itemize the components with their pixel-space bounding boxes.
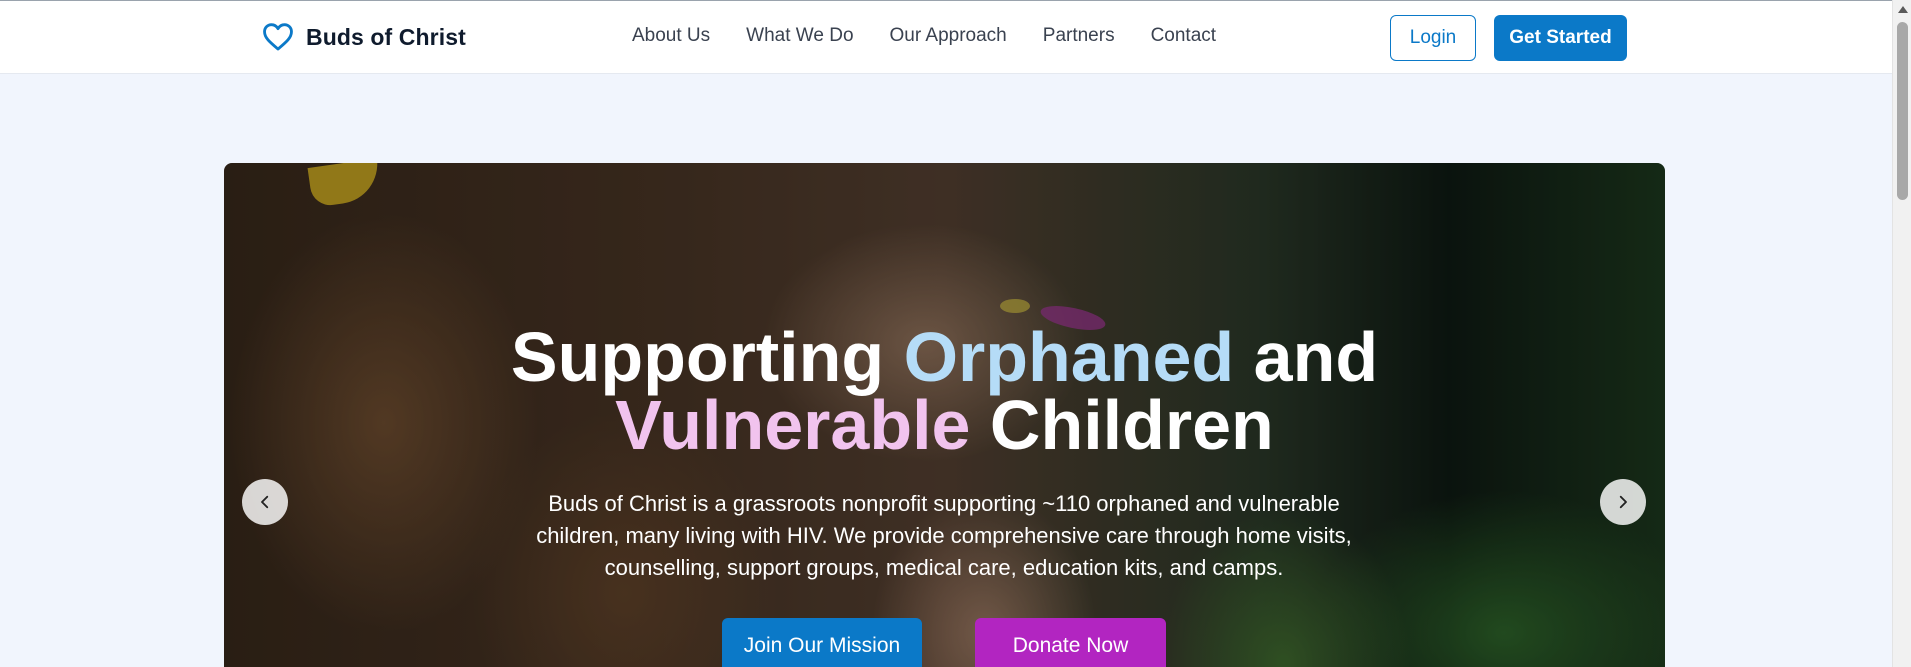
nav-partners[interactable]: Partners xyxy=(1043,25,1115,47)
site-header: Buds of Christ About Us What We Do Our A… xyxy=(0,1,1892,74)
hero-title: Supporting Orphaned and Vulnerable Child… xyxy=(224,322,1665,460)
scroll-up-arrow-icon[interactable] xyxy=(1898,6,1908,13)
hero-carousel: Supporting Orphaned and Vulnerable Child… xyxy=(224,163,1665,667)
nav-our-approach[interactable]: Our Approach xyxy=(890,25,1007,47)
carousel-prev-button[interactable] xyxy=(242,479,288,525)
hero-title-highlight-orphaned: Orphaned xyxy=(903,318,1235,396)
heart-icon xyxy=(263,23,293,51)
donate-now-button[interactable]: Donate Now xyxy=(975,618,1166,667)
nav-about-us[interactable]: About Us xyxy=(632,25,710,47)
chevron-right-icon xyxy=(1619,495,1627,509)
join-mission-button[interactable]: Join Our Mission xyxy=(722,618,922,667)
hero-title-text: Supporting xyxy=(510,318,904,396)
get-started-button[interactable]: Get Started xyxy=(1494,15,1627,61)
nav-contact[interactable]: Contact xyxy=(1151,25,1216,47)
main-nav: About Us What We Do Our Approach Partner… xyxy=(632,25,1252,47)
hero-title-text: Children xyxy=(970,386,1274,464)
hero-title-highlight-vulnerable: Vulnerable xyxy=(615,386,971,464)
hero-title-text: and xyxy=(1234,318,1379,396)
nav-what-we-do[interactable]: What We Do xyxy=(746,25,853,47)
brand-name: Buds of Christ xyxy=(306,23,466,50)
brand-logo[interactable]: Buds of Christ xyxy=(260,19,466,55)
login-button[interactable]: Login xyxy=(1390,15,1476,61)
carousel-next-button[interactable] xyxy=(1600,479,1646,525)
page-scrollbar[interactable] xyxy=(1892,0,1911,667)
hero-description: Buds of Christ is a grassroots nonprofit… xyxy=(536,491,1352,580)
chevron-left-icon xyxy=(261,495,269,509)
scroll-thumb[interactable] xyxy=(1897,22,1908,200)
